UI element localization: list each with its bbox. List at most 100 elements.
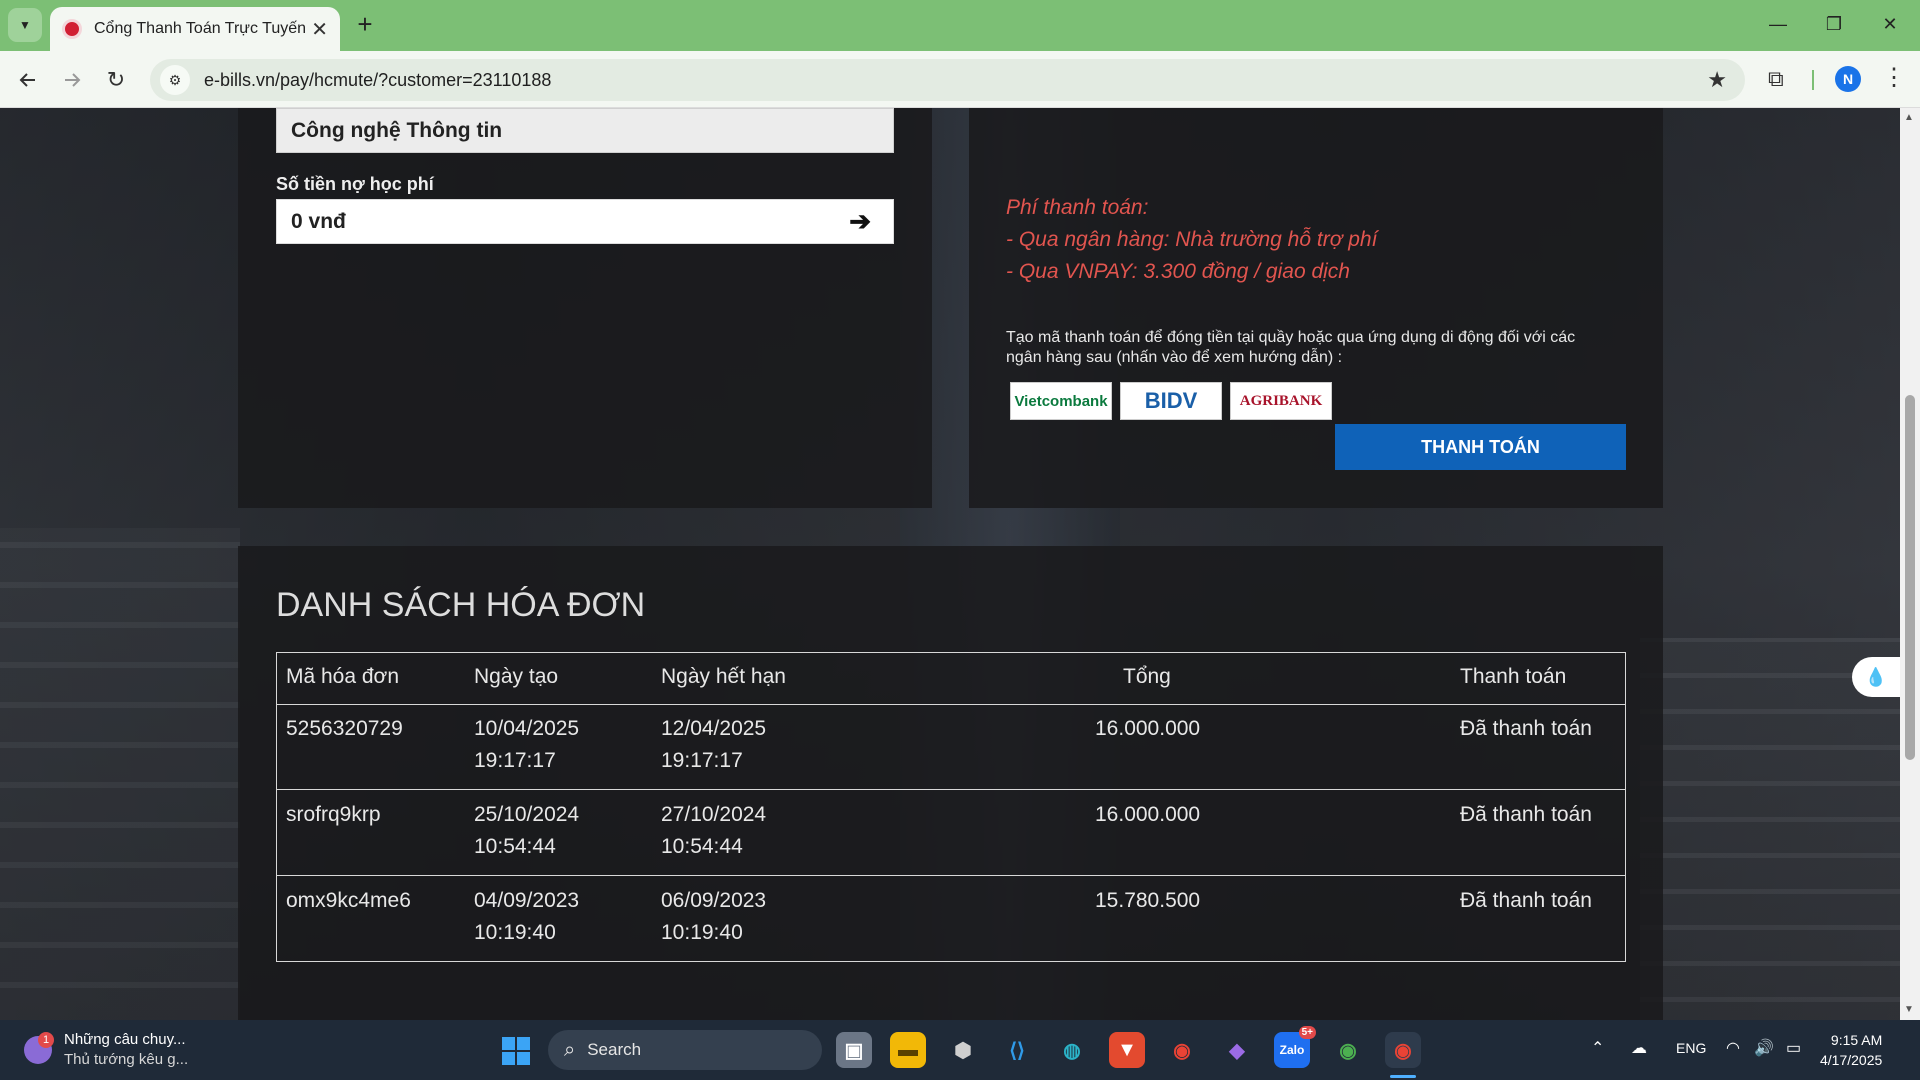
reload-icon: ↻ xyxy=(106,67,126,92)
system-clock[interactable]: 9:15 AM 4/17/2025 xyxy=(1820,1030,1882,1070)
created-time: 10:19:40 xyxy=(474,921,556,944)
tab-title: Cổng Thanh Toán Trực Tuyến - HCMUTE xyxy=(94,20,309,37)
onedrive-icon[interactable]: ☁ xyxy=(1631,1038,1647,1058)
floating-assistant-button[interactable]: 💧 xyxy=(1852,657,1900,697)
agribank-logo-button[interactable]: AGRIBANK xyxy=(1230,382,1332,420)
news-title: Những câu chuy... xyxy=(64,1031,186,1048)
close-window-button[interactable]: ✕ xyxy=(1862,0,1918,48)
payment-status: Đã thanh toán xyxy=(1460,717,1592,740)
site-info-icon[interactable]: ⚙ xyxy=(160,65,190,95)
vietcombank-label: Vietcombank xyxy=(1014,392,1108,410)
visual-studio-icon[interactable]: ◆ xyxy=(1219,1032,1255,1068)
fee-title: Phí thanh toán: xyxy=(1006,196,1149,219)
table-row: srofrq9krp 25/10/2024 10:54:44 27/10/202… xyxy=(277,791,1625,876)
chevron-down-icon: ▼ xyxy=(19,18,31,32)
bidv-label: BIDV xyxy=(1144,388,1198,413)
invoice-total: 16.000.000 xyxy=(1095,717,1201,740)
arrow-right-icon[interactable]: ➔ xyxy=(849,206,871,237)
vscode-icon[interactable]: ⟨⟩ xyxy=(999,1032,1035,1068)
department-field: Công nghệ Thông tin xyxy=(276,108,894,153)
minimize-button[interactable]: — xyxy=(1750,0,1806,48)
brave-icon[interactable]: ▼ xyxy=(1109,1032,1145,1068)
chrome-icon[interactable]: ◉ xyxy=(1164,1032,1200,1068)
back-button[interactable] xyxy=(12,64,44,96)
news-icon: 1 xyxy=(24,1032,54,1064)
start-button[interactable] xyxy=(502,1037,530,1065)
invoice-id: 5256320729 xyxy=(286,717,403,740)
created-date: 10/04/2025 xyxy=(474,717,580,740)
invoice-id: omx9kc4me6 xyxy=(286,889,411,912)
new-tab-button[interactable]: + xyxy=(350,10,380,40)
table-row: 5256320729 10/04/2025 19:17:17 12/04/202… xyxy=(277,705,1625,790)
close-tab-icon[interactable]: ✕ xyxy=(311,17,328,42)
site-favicon-icon xyxy=(62,19,82,39)
toolbar-divider xyxy=(1812,70,1814,90)
tray-overflow-icon[interactable]: ⌃ xyxy=(1591,1038,1604,1058)
scroll-thumb[interactable] xyxy=(1905,395,1915,760)
news-widget[interactable]: 1 Những câu chuy... Thủ tướng kêu g... xyxy=(24,1030,188,1070)
zalo-badge: 5+ xyxy=(1298,1026,1316,1039)
created-date: 04/09/2023 xyxy=(474,889,580,912)
news-badge: 1 xyxy=(38,1032,54,1048)
language-indicator[interactable]: ENG xyxy=(1676,1040,1706,1056)
wifi-icon[interactable]: ◠ xyxy=(1726,1038,1740,1058)
fee-bank-note: - Qua ngân hàng: Nhà trường hỗ trợ phí xyxy=(1006,228,1378,251)
header-invoice-id: Mã hóa đơn xyxy=(286,665,400,688)
windows-taskbar: 1 Những câu chuy... Thủ tướng kêu g... ⌕… xyxy=(0,1020,1920,1080)
debt-amount-field[interactable]: 0 vnđ ➔ xyxy=(276,199,894,244)
created-date: 25/10/2024 xyxy=(474,803,580,826)
header-created: Ngày tạo xyxy=(474,665,559,688)
bank-instructions: Tạo mã thanh toán để đóng tiền tại quầy … xyxy=(1006,329,1576,366)
search-placeholder: Search xyxy=(587,1040,642,1059)
tab-search-button[interactable]: ▼ xyxy=(8,8,42,42)
news-subtitle: Thủ tướng kêu g... xyxy=(64,1051,189,1068)
bidv-logo-button[interactable]: BIDV xyxy=(1120,382,1222,420)
pay-button[interactable]: THANH TOÁN xyxy=(1335,424,1626,470)
browser-menu-icon[interactable]: ⋮ xyxy=(1882,63,1906,92)
app-hexagon-icon[interactable]: ⬢ xyxy=(945,1032,981,1068)
due-time: 19:17:17 xyxy=(661,749,743,772)
profile-avatar[interactable]: N xyxy=(1835,66,1861,92)
table-header: Mã hóa đơn Ngày tạo Ngày hết hạn Tổng Th… xyxy=(277,653,1625,705)
page-viewport: Công nghệ Thông tin Số tiền nợ học phí 0… xyxy=(0,108,1900,1020)
student-info-panel xyxy=(238,108,932,508)
payment-status: Đã thanh toán xyxy=(1460,889,1592,912)
taskbar-search[interactable]: ⌕ Search xyxy=(548,1030,822,1070)
clock-date: 4/17/2025 xyxy=(1820,1052,1883,1068)
payment-status: Đã thanh toán xyxy=(1460,803,1592,826)
extensions-icon[interactable]: ⧉ xyxy=(1768,66,1784,92)
debt-amount-value: 0 vnđ xyxy=(291,209,346,233)
background-building-left xyxy=(0,528,240,1020)
due-date: 12/04/2025 xyxy=(661,717,767,740)
invoice-total: 15.780.500 xyxy=(1095,889,1201,912)
clock-time: 9:15 AM xyxy=(1830,1032,1883,1048)
battery-icon[interactable]: ▭ xyxy=(1786,1038,1801,1058)
table-row: omx9kc4me6 04/09/2023 10:19:40 06/09/202… xyxy=(277,877,1625,962)
fee-vnpay-note: - Qua VNPAY: 3.300 đồng / giao dịch xyxy=(1006,260,1350,283)
vietcombank-logo-button[interactable]: Vietcombank xyxy=(1010,382,1112,420)
page-scrollbar[interactable]: ▲ ▼ xyxy=(1900,108,1920,1020)
chrome-active-icon[interactable]: ◉ xyxy=(1385,1032,1421,1068)
chrome-profile-icon[interactable]: ◉ xyxy=(1330,1032,1366,1068)
windows-logo-icon xyxy=(502,1037,515,1050)
url-text[interactable]: e-bills.vn/pay/hcmute/?customer=23110188 xyxy=(204,70,551,91)
invoice-id: srofrq9krp xyxy=(286,803,381,826)
address-bar[interactable]: ⚙ e-bills.vn/pay/hcmute/?customer=231101… xyxy=(150,59,1745,101)
file-explorer-icon[interactable]: ▬ xyxy=(890,1032,926,1068)
created-time: 19:17:17 xyxy=(474,749,556,772)
zalo-icon[interactable]: Zalo 5+ xyxy=(1274,1026,1316,1068)
restore-button[interactable]: ❐ xyxy=(1806,0,1862,48)
active-tab[interactable]: Cổng Thanh Toán Trực Tuyến - HCMUTE ✕ xyxy=(50,7,340,51)
active-app-indicator xyxy=(1390,1075,1416,1078)
forward-button[interactable] xyxy=(56,64,88,96)
scroll-up-icon[interactable]: ▲ xyxy=(1904,112,1914,123)
reload-button[interactable]: ↻ xyxy=(100,64,132,96)
browser-toolbar: ↻ ⚙ e-bills.vn/pay/hcmute/?customer=2311… xyxy=(0,51,1920,108)
edge-icon[interactable]: ◍ xyxy=(1054,1032,1090,1068)
bookmark-star-icon[interactable]: ★ xyxy=(1707,67,1727,93)
background-building-right xyxy=(1640,638,1900,1020)
task-view-icon[interactable]: ▣ xyxy=(836,1032,872,1068)
arrow-left-icon xyxy=(19,73,35,87)
volume-icon[interactable]: 🔊 xyxy=(1754,1038,1774,1058)
scroll-down-icon[interactable]: ▼ xyxy=(1904,1004,1914,1015)
